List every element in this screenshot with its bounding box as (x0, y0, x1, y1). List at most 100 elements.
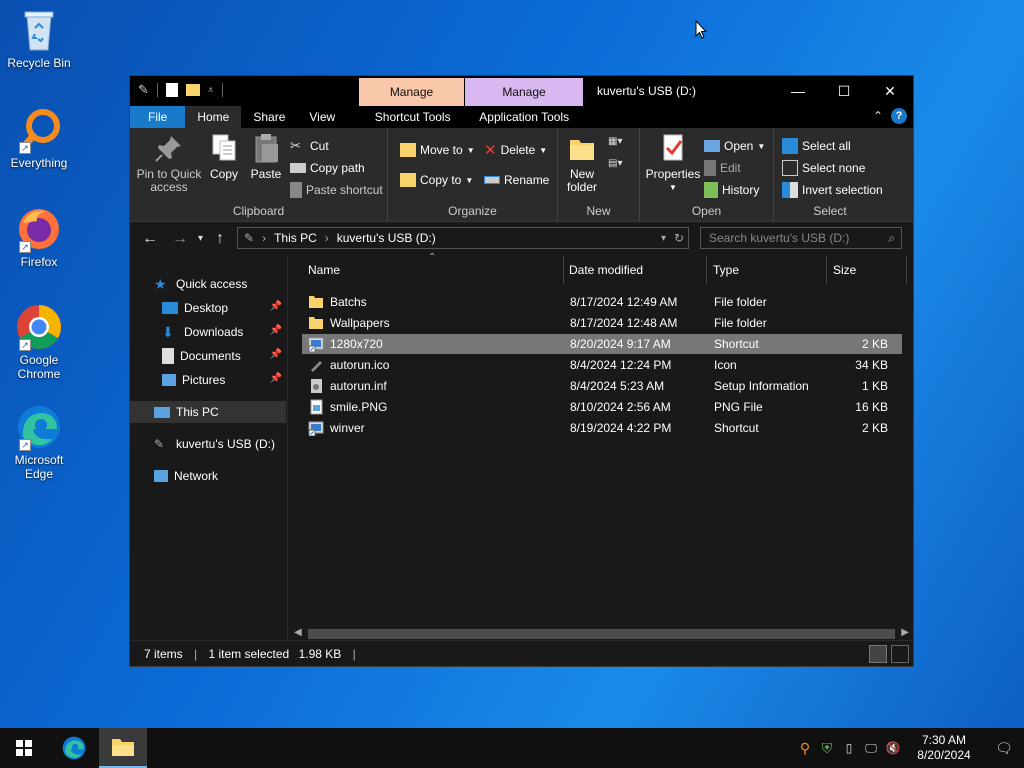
details-view-icon[interactable] (869, 645, 887, 663)
notifications-icon[interactable]: 🗨 (984, 740, 1024, 757)
copy-path-button[interactable]: Copy path (290, 158, 365, 178)
copy-path-icon (290, 163, 306, 173)
recent-locations-chevron-icon[interactable]: ▾ (198, 233, 203, 244)
forward-arrow-icon[interactable]: → (172, 230, 188, 248)
volume-muted-icon[interactable]: 🔇 (882, 741, 904, 755)
properties-qat-icon[interactable] (165, 83, 178, 97)
customize-qat-icon[interactable]: ⩡ (208, 85, 214, 96)
breadcrumb-separator-icon[interactable]: › (325, 231, 329, 245)
nav-item-quick-access[interactable]: ★ Quick access (130, 273, 286, 295)
tab-view[interactable]: View (297, 106, 347, 128)
refresh-icon[interactable]: ↻ (674, 231, 684, 245)
new-item-icon[interactable]: ▦▾ (608, 136, 630, 150)
usb-eject-icon[interactable]: ▯ (838, 741, 860, 755)
tab-share[interactable]: Share (241, 106, 297, 128)
scrollbar-thumb[interactable] (308, 629, 895, 639)
help-icon[interactable]: ? (891, 108, 907, 124)
desktop-icon-chrome[interactable]: ↗ Google Chrome (4, 303, 74, 381)
address-dropdown-icon[interactable]: ▾ (661, 233, 666, 244)
tab-home[interactable]: Home (185, 106, 242, 128)
invert-selection-button[interactable]: Invert selection (782, 180, 883, 200)
pin-icon[interactable]: 📌 (270, 373, 282, 384)
network-tray-icon[interactable]: 🖵 (860, 741, 882, 756)
everything-tray-icon[interactable]: ⚲ (794, 740, 816, 757)
pin-icon[interactable]: 📌 (270, 301, 282, 312)
nav-item-pictures[interactable]: Pictures 📌 (130, 369, 286, 391)
desktop-icon-recycle-bin[interactable]: Recycle Bin (4, 6, 74, 70)
select-all-button[interactable]: Select all (782, 136, 851, 156)
move-to-button[interactable]: Move to ▼ (400, 140, 475, 160)
tab-file[interactable]: File (130, 106, 186, 128)
pin-to-quick-access-button[interactable]: Pin to Quick access (136, 132, 202, 194)
column-header-type[interactable]: Type (707, 256, 827, 284)
breadcrumb-this-pc[interactable]: This PC (274, 231, 317, 245)
cut-label: Cut (310, 139, 329, 153)
file-row[interactable]: Batchs 8/17/2024 12:49 AM File folder (302, 292, 902, 312)
context-tab-manage-shortcut[interactable]: Manage (359, 78, 464, 106)
start-button[interactable] (0, 728, 48, 768)
file-row[interactable]: winver 8/19/2024 4:22 PM Shortcut 2 KB (302, 418, 902, 438)
nav-item-this-pc[interactable]: This PC (130, 401, 286, 423)
breadcrumb-usb-drive[interactable]: kuvertu's USB (D:) (337, 231, 436, 245)
system-tray: ⚲ ⛨ ▯ 🖵 🔇 7:30 AM 8/20/2024 🗨 (794, 728, 1024, 768)
file-row[interactable]: autorun.inf 8/4/2024 5:23 AM Setup Informa… (302, 376, 902, 396)
large-icons-view-icon[interactable] (891, 645, 909, 663)
column-header-name[interactable]: Name (302, 256, 564, 284)
select-none-button[interactable]: Select none (782, 158, 865, 178)
file-size: 2 KB (861, 337, 888, 351)
column-header-date[interactable]: Date modified (563, 256, 707, 284)
file-row[interactable]: smile.PNG 8/10/2024 2:56 AM PNG File 16 KB (302, 397, 902, 417)
open-button[interactable]: Open ▼ (704, 136, 765, 156)
nav-item-usb-drive[interactable]: ✎ kuvertu's USB (D:) (130, 433, 286, 455)
maximize-button[interactable]: ☐ (821, 76, 867, 106)
desktop-icon-firefox[interactable]: ↗ Firefox (4, 205, 74, 269)
paste-shortcut-button[interactable]: Paste shortcut (290, 180, 383, 200)
scroll-left-icon[interactable]: ◀ (294, 627, 302, 638)
tab-application-tools[interactable]: Application Tools (465, 106, 583, 128)
column-header-size[interactable]: Size (827, 256, 907, 284)
address-bar[interactable]: ✎ › This PC › kuvertu's USB (D:) ▾ ↻ (237, 227, 689, 249)
paste-button[interactable]: Paste (248, 132, 284, 181)
pin-icon[interactable]: 📌 (270, 349, 282, 360)
history-button[interactable]: History (704, 180, 759, 200)
file-row[interactable]: Wallpapers 8/17/2024 12:48 AM File folder (302, 313, 902, 333)
pin-icon[interactable]: 📌 (270, 325, 282, 336)
nav-item-downloads[interactable]: ⬇ Downloads 📌 (130, 321, 286, 343)
nav-item-desktop[interactable]: Desktop 📌 (130, 297, 286, 319)
new-folder-button[interactable]: New folder (562, 132, 602, 194)
copy-to-button[interactable]: Copy to ▼ (400, 170, 473, 190)
windows-security-icon[interactable]: ⛨ (816, 740, 838, 757)
desktop-icon-edge[interactable]: ↗ Microsoft Edge (4, 403, 74, 481)
minimize-button[interactable]: — (775, 76, 821, 106)
easy-access-icon[interactable]: ▤▾ (608, 158, 630, 172)
close-button[interactable]: ✕ (867, 76, 913, 106)
cut-button[interactable]: ✂ Cut (290, 136, 329, 156)
file-row[interactable]: autorun.ico 8/4/2024 12:24 PM Icon 34 KB (302, 355, 902, 375)
scroll-right-icon[interactable]: ▶ (901, 627, 909, 638)
new-folder-qat-icon[interactable] (185, 84, 200, 96)
search-input[interactable]: Search kuvertu's USB (D:) ⌕ (700, 227, 902, 249)
taskbar-file-explorer-button[interactable] (99, 728, 147, 768)
up-arrow-icon[interactable]: ↑ (216, 230, 224, 248)
edit-button[interactable]: Edit (704, 158, 741, 178)
breadcrumb-separator-icon[interactable]: › (262, 231, 266, 245)
desktop-icon-everything[interactable]: ↗ Everything (4, 106, 74, 170)
group-label-select: Select (813, 204, 847, 218)
context-tab-manage-application[interactable]: Manage (465, 78, 583, 106)
delete-button[interactable]: ✕ Delete ▼ (484, 140, 547, 160)
history-icon (704, 182, 718, 198)
nav-item-documents[interactable]: Documents 📌 (130, 345, 286, 367)
tab-shortcut-tools[interactable]: Shortcut Tools (360, 106, 465, 128)
clock[interactable]: 7:30 AM 8/20/2024 (904, 733, 984, 763)
taskbar-edge-button[interactable] (50, 728, 98, 768)
select-all-icon (782, 138, 798, 154)
properties-button[interactable]: Properties ▼ (644, 132, 702, 194)
back-arrow-icon[interactable]: ← (142, 230, 158, 248)
window-title: kuvertu's USB (D:) (597, 84, 696, 98)
rename-button[interactable]: Rename (484, 170, 549, 190)
copy-button[interactable]: Copy (206, 132, 242, 181)
file-row[interactable]: 1280x720 8/20/2024 9:17 AM Shortcut 2 KB (302, 334, 902, 354)
dropdown-arrow-icon: ▼ (465, 175, 474, 185)
collapse-ribbon-icon[interactable]: ⌃ (873, 109, 883, 123)
nav-item-network[interactable]: Network (130, 465, 286, 487)
